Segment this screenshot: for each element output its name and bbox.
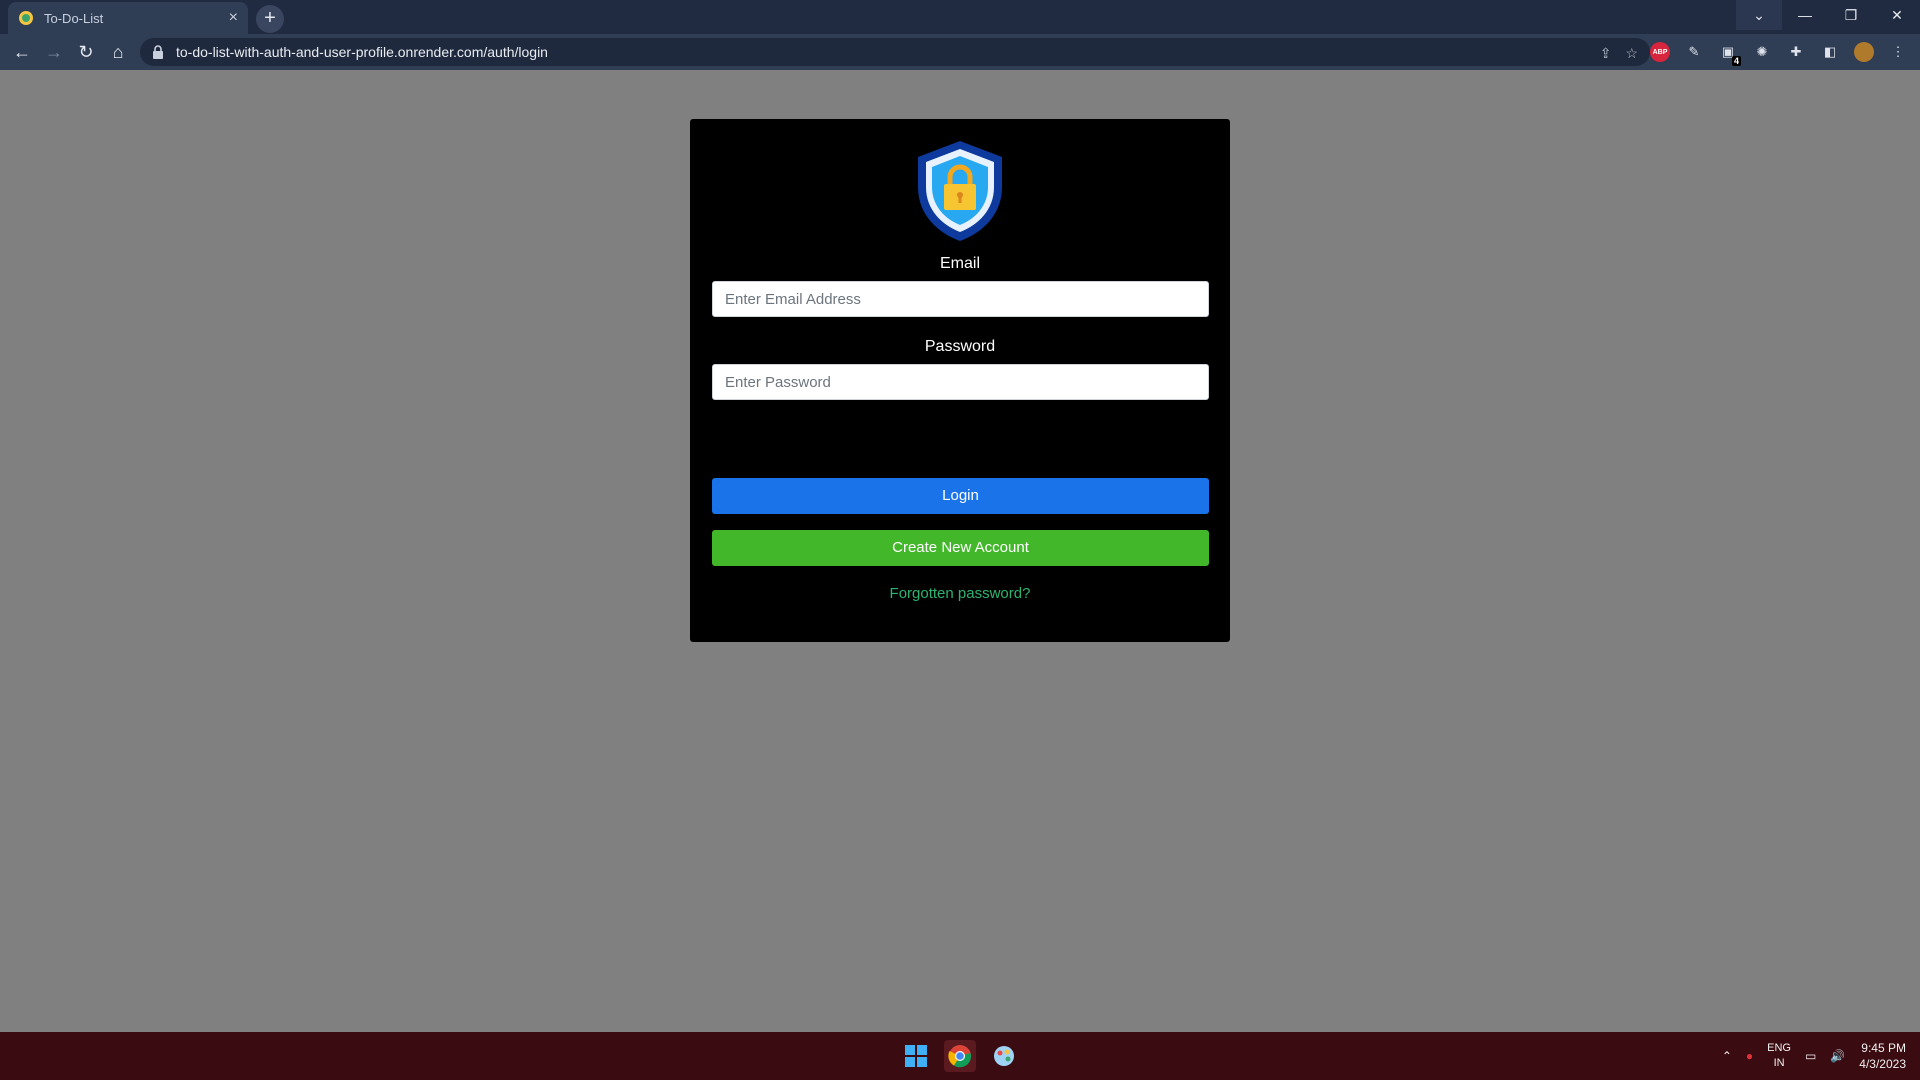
clock-date: 4/3/2023 bbox=[1859, 1057, 1906, 1071]
window-controls: ⌄ — ❐ ✕ bbox=[1736, 0, 1920, 30]
network-icon[interactable]: ▭ bbox=[1805, 1049, 1816, 1063]
lock-icon bbox=[152, 45, 164, 59]
reload-icon[interactable]: ↻ bbox=[74, 40, 98, 64]
extension-badge-count: 4 bbox=[1731, 56, 1741, 66]
chrome-taskbar-icon[interactable] bbox=[944, 1040, 976, 1072]
clock-time: 9:45 PM bbox=[1861, 1041, 1906, 1055]
url-text: to-do-list-with-auth-and-user-profile.on… bbox=[176, 44, 548, 60]
restore-icon[interactable]: ❐ bbox=[1828, 0, 1874, 30]
taskbar: ⌃ ● ENG IN ▭ 🔊 9:45 PM 4/3/2023 bbox=[0, 1032, 1920, 1080]
new-tab-button[interactable]: + bbox=[256, 5, 284, 33]
extension-icons: ABP ✎ ▣ 4 ✺ ✚ ◧ ⋮ bbox=[1650, 40, 1920, 66]
login-button[interactable]: Login bbox=[712, 478, 1209, 514]
atom-extension-icon[interactable]: ✺ bbox=[1752, 42, 1772, 62]
back-arrow-icon[interactable]: ← bbox=[10, 40, 34, 64]
language-code: ENG bbox=[1767, 1042, 1791, 1054]
tab-title: To-Do-List bbox=[44, 10, 104, 26]
star-icon[interactable]: ☆ bbox=[1625, 45, 1638, 62]
paint-app-icon[interactable] bbox=[988, 1040, 1020, 1072]
forward-arrow-icon[interactable]: → bbox=[42, 40, 66, 64]
microphone-icon[interactable]: ● bbox=[1746, 1049, 1753, 1063]
share-icon[interactable]: ⇪ bbox=[1600, 45, 1612, 62]
home-icon[interactable]: ⌂ bbox=[106, 40, 130, 64]
favicon-icon bbox=[18, 10, 34, 26]
password-input[interactable] bbox=[712, 364, 1209, 400]
tab-close-icon[interactable]: × bbox=[229, 9, 238, 27]
password-label: Password bbox=[924, 338, 996, 355]
adblock-icon[interactable]: ABP bbox=[1650, 42, 1670, 62]
puzzle-extensions-icon[interactable]: ✚ bbox=[1786, 42, 1806, 62]
close-window-icon[interactable]: ✕ bbox=[1874, 0, 1920, 30]
create-account-button[interactable]: Create New Account bbox=[712, 530, 1209, 566]
side-panel-icon[interactable]: ◧ bbox=[1820, 42, 1840, 62]
chevron-up-icon[interactable]: ⌃ bbox=[1722, 1049, 1732, 1063]
volume-icon[interactable]: 🔊 bbox=[1830, 1049, 1845, 1063]
tab-search-chevron-icon[interactable]: ⌄ bbox=[1736, 0, 1782, 30]
browser-toolbar: ← → ↻ ⌂ to-do-list-with-auth-and-user-pr… bbox=[0, 34, 1920, 70]
minimize-icon[interactable]: — bbox=[1782, 0, 1828, 30]
browser-menu-icon[interactable]: ⋮ bbox=[1888, 42, 1908, 62]
pen-extension-icon[interactable]: ✎ bbox=[1684, 42, 1704, 62]
browser-tab-strip: To-Do-List × + ⌄ — ❐ ✕ bbox=[0, 0, 1920, 34]
clock[interactable]: 9:45 PM 4/3/2023 bbox=[1859, 1040, 1906, 1072]
forgot-password-link[interactable]: Forgotten password? bbox=[690, 585, 1230, 602]
language-indicator[interactable]: ENG IN bbox=[1767, 1041, 1791, 1071]
system-tray: ⌃ ● ENG IN ▭ 🔊 9:45 PM 4/3/2023 bbox=[1722, 1032, 1906, 1080]
windows-start-icon[interactable] bbox=[900, 1040, 932, 1072]
extension-badge-icon[interactable]: ▣ 4 bbox=[1718, 42, 1741, 66]
browser-tab[interactable]: To-Do-List × bbox=[8, 2, 248, 34]
login-card: Email Password Login Create New Account … bbox=[690, 119, 1230, 642]
email-label: Email bbox=[939, 255, 980, 272]
language-region: IN bbox=[1773, 1057, 1785, 1069]
email-input[interactable] bbox=[712, 281, 1209, 317]
profile-avatar[interactable] bbox=[1854, 42, 1874, 62]
address-bar[interactable]: to-do-list-with-auth-and-user-profile.on… bbox=[140, 38, 1650, 66]
shield-lock-icon bbox=[914, 139, 1006, 243]
